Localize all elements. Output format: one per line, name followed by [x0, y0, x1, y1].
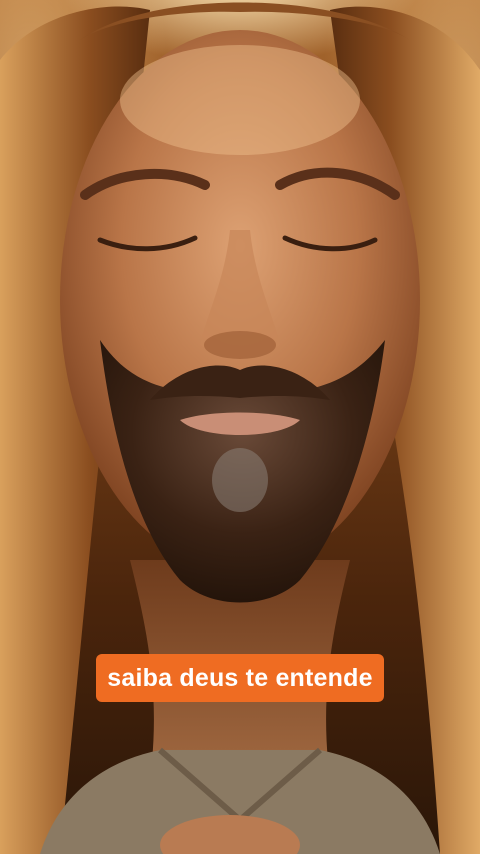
subtitle-caption: saiba deus te entende — [96, 654, 384, 702]
video-frame: saiba deus te entende — [0, 0, 480, 854]
caption-container: saiba deus te entende — [0, 654, 480, 702]
portrait-photo — [0, 2, 480, 854]
